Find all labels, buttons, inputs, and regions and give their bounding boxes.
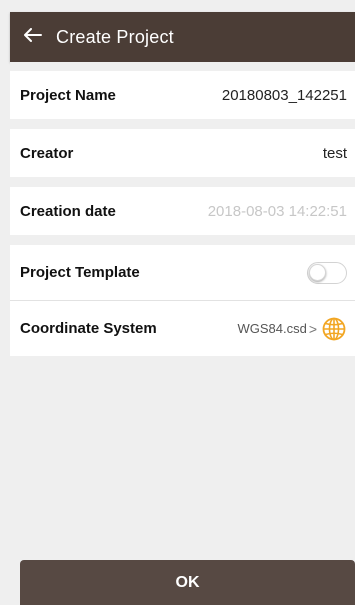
back-button[interactable] (10, 12, 56, 62)
project-name-label: Project Name (20, 86, 116, 104)
project-template-label: Project Template (20, 264, 140, 281)
coordinate-system-label: Coordinate System (20, 320, 157, 337)
creator-value[interactable]: test (323, 145, 347, 162)
app-bar: Create Project (10, 12, 355, 62)
globe-icon[interactable] (321, 316, 347, 342)
project-name-row[interactable]: Project Name 20180803_142251 (10, 71, 355, 119)
section-gap (10, 177, 355, 187)
section-gap (10, 62, 355, 71)
project-name-value[interactable]: 20180803_142251 (222, 87, 347, 104)
project-template-row: Project Template (10, 245, 355, 300)
ok-button[interactable]: OK (20, 560, 355, 605)
creation-date-label: Creation date (20, 202, 116, 220)
arrow-left-icon (24, 27, 42, 47)
chevron-right-icon: > (308, 320, 317, 337)
coordinate-system-selector[interactable]: WGS84.csd > (237, 316, 347, 342)
create-project-screen: Create Project Project Name 20180803_142… (0, 0, 355, 605)
toggle-knob (309, 263, 326, 281)
creation-date-value: 2018-08-03 14:22:51 (207, 202, 347, 220)
project-form: Project Name 20180803_142251 Creator tes… (10, 62, 355, 356)
coordinate-system-value: WGS84.csd (237, 321, 307, 336)
page-title: Create Project (56, 26, 174, 47)
section-gap (10, 119, 355, 129)
creator-label: Creator (20, 144, 74, 162)
project-template-toggle[interactable] (307, 261, 347, 284)
creation-date-row: Creation date 2018-08-03 14:22:51 (10, 187, 355, 235)
creator-row[interactable]: Creator test (10, 129, 355, 177)
coordinate-system-row[interactable]: Coordinate System WGS84.csd > (10, 301, 355, 356)
section-gap (10, 235, 355, 245)
